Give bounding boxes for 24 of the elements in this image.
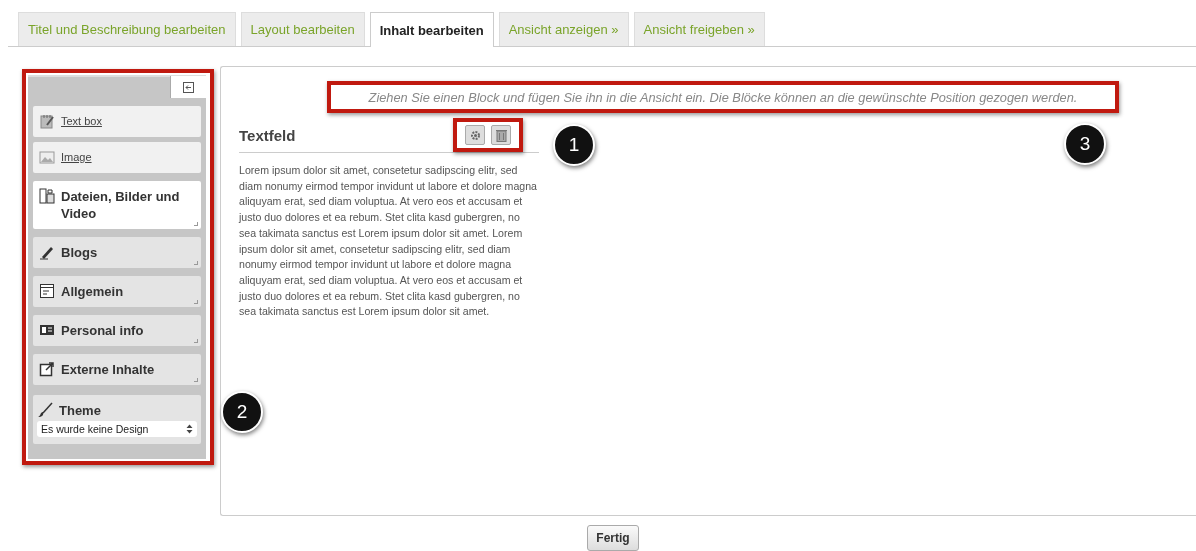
callout-badge: 2 — [221, 391, 263, 433]
callout-badge: 1 — [553, 124, 595, 166]
drop-hint: Ziehen Sie einen Block und fügen Sie ihn in die Ansicht ein. Die Blöcke können an die gewünschte Position gezogen werden. — [368, 90, 1078, 105]
block-label: Dateien, Bilder und Video — [61, 188, 181, 222]
callout-badge: 3 — [1064, 123, 1106, 165]
block-label: Blogs — [61, 244, 98, 261]
theme-select[interactable]: Es wurde keine Design — [37, 421, 197, 437]
block-item[interactable]: Externe Inhalte — [33, 354, 201, 385]
block-label: Personal info — [61, 322, 144, 339]
block-title: Textfeld — [239, 126, 296, 144]
block-text: Lorem ipsum dolor sit amet, consetetur sadipscing elitr, sed diam nonumy eirmod tempor invidunt ut labore et dolore magna aliquyam erat, sed diam voluptua. At vero eos et accusam et justo duo dolores et ea rebum. Stet clita kasd gubergren, no sea takimata sanctus est Lorem ipsum dolor sit amet. Lorem ipsum dolor sit amet, consetetur sadipscing elitr, sed diam nonumy eirmod tempor invidunt ut labore et dolore magna aliquyam erat, sed diam voluptua. At vero eos et accusam et justo duo dolores et ea rebum. Stet clita kasd gubergren, no sea takimata sanctus est Lorem ipsum dolor sit amet. — [239, 163, 538, 320]
block-item[interactable]: Allgemein — [33, 276, 201, 307]
theme-label: Theme — [59, 402, 101, 418]
block-label: Allgemein — [61, 283, 124, 300]
block-link[interactable]: Image — [61, 149, 92, 166]
block-item[interactable]: Blogs — [33, 237, 201, 268]
block-label: Externe Inhalte — [61, 361, 155, 378]
block-item[interactable]: Dateien, Bilder und Video — [33, 181, 201, 229]
block-link[interactable]: Text box — [61, 113, 102, 130]
tab[interactable]: Inhalt bearbeiten — [369, 12, 494, 47]
block-item[interactable]: Personal info — [33, 315, 201, 346]
block-item[interactable]: Image — [33, 142, 201, 173]
block-item[interactable]: Text box — [33, 106, 201, 137]
done-button[interactable]: Fertig — [587, 525, 639, 551]
